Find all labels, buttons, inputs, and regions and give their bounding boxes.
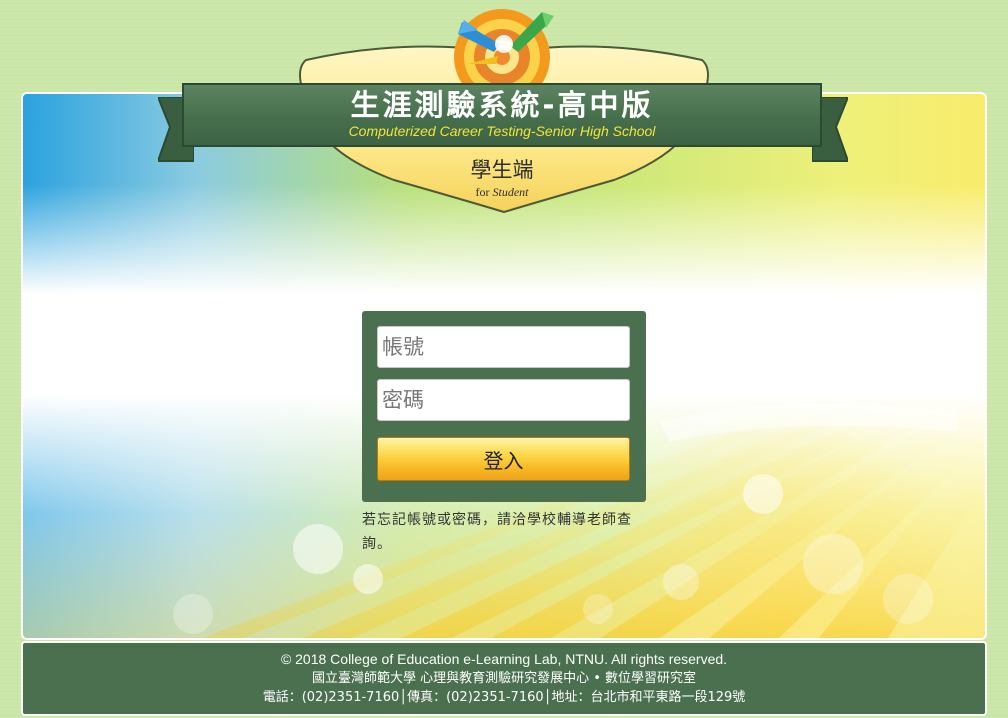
login-button[interactable]: 登入: [377, 437, 630, 481]
bokeh-light: [663, 564, 699, 600]
bokeh-light: [173, 594, 213, 634]
bokeh-light: [353, 564, 383, 594]
forgot-password-note: 若忘記帳號或密碼，請洽學校輔導老師查詢。: [362, 512, 632, 552]
target-logo-icon: [454, 9, 554, 92]
footer-contact: 電話：(02)2351-7160│傳真：(02)2351-7160│地址：台北市…: [262, 690, 746, 705]
footer-organization: 國立臺灣師範大學 心理與教育測驗研究發展中心 • 數位學習研究室: [311, 671, 697, 686]
bokeh-light: [883, 574, 933, 624]
role-subtitle: for Student: [402, 185, 602, 199]
footer: © 2018 College of Education e-Learning L…: [21, 641, 987, 716]
bokeh-light: [293, 524, 343, 574]
role-subtitle-student: Student: [492, 185, 529, 199]
system-title: 生涯測驗系統-高中版: [350, 88, 654, 122]
footer-copyright: © 2018 College of Education e-Learning L…: [280, 651, 728, 667]
login-form: 登入: [362, 311, 646, 502]
bokeh-light: [743, 474, 783, 514]
bokeh-light: [803, 534, 863, 594]
system-subtitle: Computerized Career Testing-Senior High …: [348, 123, 656, 139]
role-title: 學生端: [470, 158, 534, 182]
bokeh-light: [583, 594, 613, 624]
account-input[interactable]: [377, 326, 630, 368]
password-input[interactable]: [377, 379, 630, 421]
role-subtitle-for: for: [475, 185, 490, 199]
